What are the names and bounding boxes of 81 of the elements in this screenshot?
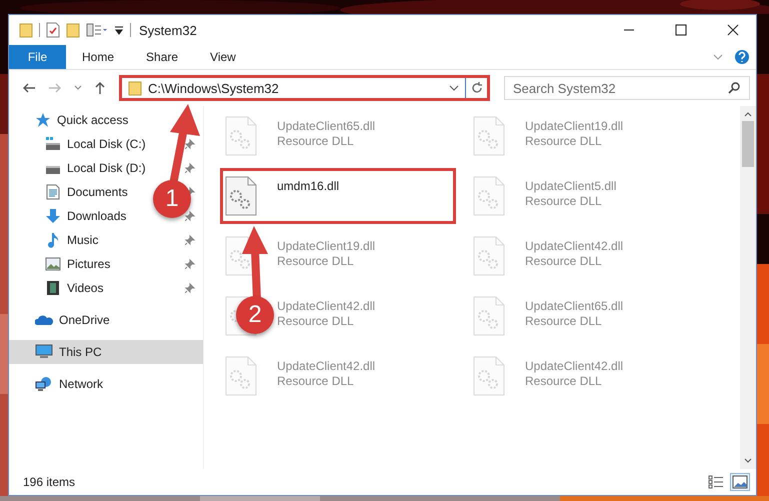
file-gears-icon <box>473 116 505 156</box>
nav-label: OneDrive <box>59 313 110 327</box>
nav-label: Pictures <box>67 257 110 271</box>
close-icon <box>727 24 739 36</box>
file-name[interactable]: umdm16.dll <box>277 179 340 193</box>
pin-icon[interactable] <box>185 259 195 269</box>
file-gears-icon <box>225 176 257 216</box>
nav-item[interactable]: Videos <box>45 276 104 300</box>
star-icon <box>35 112 51 128</box>
file-type: Resource DLL <box>277 134 355 148</box>
nav-item[interactable]: Documents <box>45 180 128 204</box>
pin-icon[interactable] <box>185 235 195 245</box>
nav-item[interactable]: Network <box>35 372 104 396</box>
scrollbar[interactable] <box>740 106 756 469</box>
folder-icon <box>128 80 142 96</box>
pin-icon[interactable] <box>185 163 195 173</box>
pin-icon[interactable] <box>185 211 195 221</box>
nav-label: Documents <box>67 185 128 199</box>
ribbon-tab[interactable]: Home <box>66 45 130 69</box>
file-type: Resource DLL <box>525 134 603 148</box>
search-field[interactable]: Search System32 <box>504 76 750 100</box>
nav-label: Network <box>59 377 104 391</box>
nav-item[interactable]: OneDrive <box>35 308 110 332</box>
film-icon <box>45 280 61 296</box>
file-type: Resource DLL <box>525 314 603 328</box>
file-gears-icon <box>225 356 257 396</box>
nav-label: Local Disk (C:) <box>67 137 146 151</box>
nav-item[interactable]: Downloads <box>45 204 126 228</box>
nav-item[interactable]: Quick access <box>35 108 128 132</box>
file-menu-button[interactable]: File <box>9 45 66 69</box>
ribbon-tab[interactable]: Share <box>130 45 194 69</box>
selected-file-tile[interactable]: umdm16.dll <box>220 168 456 224</box>
nav-item[interactable]: Music <box>45 228 98 252</box>
folder-icon[interactable] <box>19 22 33 38</box>
nav-label: Local Disk (D:) <box>67 161 146 175</box>
item-count: 196 items <box>23 475 76 489</box>
search-icon[interactable] <box>728 82 740 94</box>
refresh-icon <box>470 82 482 94</box>
music-note-icon <box>45 232 61 248</box>
file-gears-icon <box>473 176 505 216</box>
file-gears-icon <box>225 116 257 156</box>
picture-icon <box>45 256 61 272</box>
file-gears-icon <box>473 236 505 276</box>
pin-icon[interactable] <box>185 283 195 293</box>
nav-item[interactable]: This PC <box>35 340 102 364</box>
nav-label: This PC <box>59 345 102 359</box>
scroll-thumb[interactable] <box>742 121 754 167</box>
nav-label: Downloads <box>67 209 126 223</box>
file-type: Resource DLL <box>277 374 355 388</box>
window-title: System32 <box>139 22 198 38</box>
selected-nav-row[interactable]: This PC <box>9 340 203 364</box>
file-type: Resource DLL <box>277 314 355 328</box>
file-type: Resource DLL <box>525 194 603 208</box>
document-icon <box>45 184 61 200</box>
nav-item[interactable]: Local Disk (D:) <box>45 156 146 180</box>
drive-icon <box>45 136 61 152</box>
dropdown-caret-icon[interactable] <box>449 84 459 92</box>
address-path: C:\Windows\System32 <box>148 80 280 96</box>
monitor-icon <box>35 344 53 360</box>
nav-label: Music <box>67 233 98 247</box>
file-gears-icon <box>473 296 505 336</box>
view-options-icon[interactable] <box>86 23 108 37</box>
nav-item[interactable]: Pictures <box>45 252 110 276</box>
details-view-button[interactable] <box>706 473 726 491</box>
properties-icon[interactable] <box>46 22 60 38</box>
new-folder-icon[interactable] <box>66 22 80 38</box>
nav-label: Quick access <box>57 113 128 127</box>
nav-label: Videos <box>67 281 104 295</box>
pin-icon[interactable] <box>185 139 195 149</box>
ribbon-tab[interactable]: View <box>194 45 252 69</box>
file-type: Resource DLL <box>277 254 355 268</box>
download-arrow-icon <box>45 208 61 224</box>
file-gears-icon <box>473 356 505 396</box>
address-field[interactable]: C:\Windows\System32 <box>119 75 490 101</box>
customize-toolbar-icon[interactable] <box>114 25 124 35</box>
nav-item[interactable]: Local Disk (C:) <box>45 132 146 156</box>
maximize-icon <box>675 24 687 36</box>
large-icons-view-button[interactable] <box>730 473 750 491</box>
file-type: Resource DLL <box>525 254 603 268</box>
file-type: Resource DLL <box>525 374 603 388</box>
network-globe-icon <box>35 376 53 392</box>
